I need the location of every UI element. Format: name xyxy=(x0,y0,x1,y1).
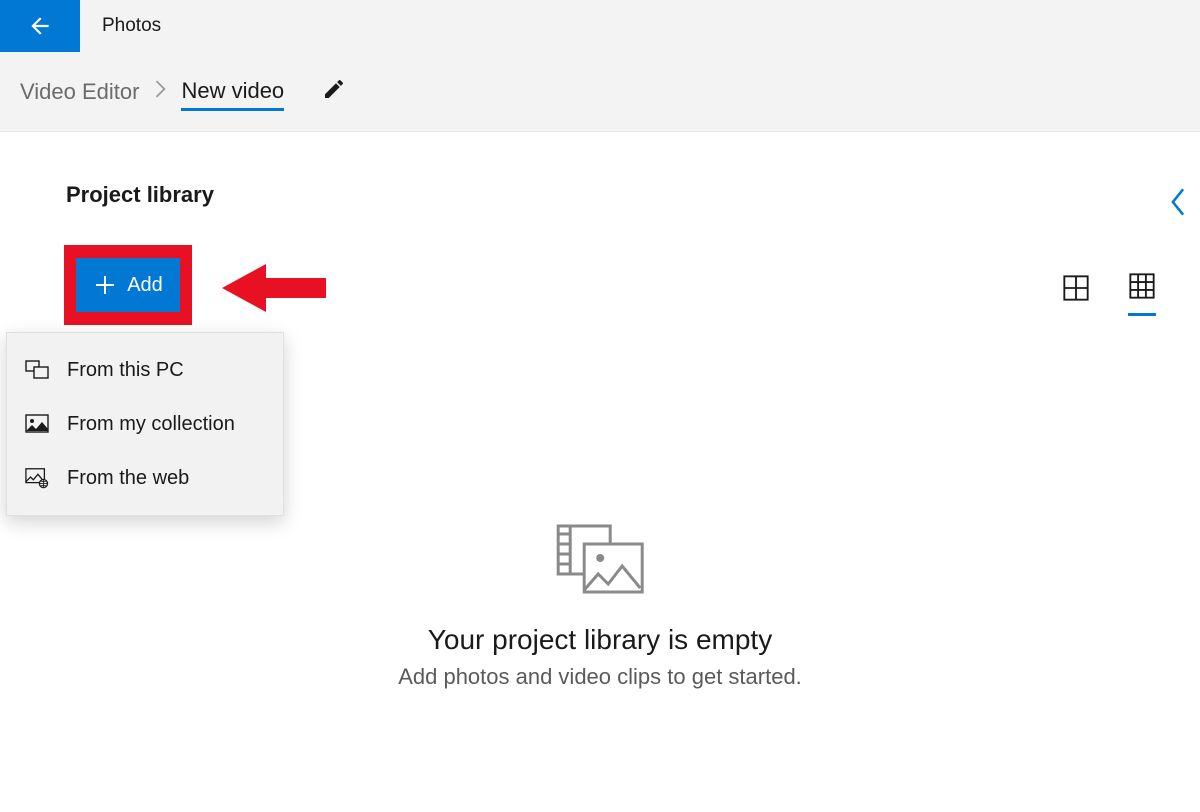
view-controls xyxy=(1062,272,1156,316)
content-area: Project library xyxy=(0,132,1200,208)
menu-item-from-my-collection[interactable]: From my collection xyxy=(7,397,283,451)
breadcrumb-current[interactable]: New video xyxy=(181,78,284,111)
menu-item-label: From the web xyxy=(67,467,189,490)
add-dropdown-menu: From this PC From my collection From the… xyxy=(6,332,284,516)
menu-item-from-the-web[interactable]: From the web xyxy=(7,451,283,505)
menu-item-from-this-pc[interactable]: From this PC xyxy=(7,343,283,397)
pc-icon xyxy=(25,358,49,382)
chevron-right-icon xyxy=(155,80,167,103)
plus-icon xyxy=(93,273,117,297)
collapse-chevron-icon[interactable] xyxy=(1170,188,1186,221)
add-button[interactable]: Add xyxy=(64,245,192,325)
empty-state: Your project library is empty Add photos… xyxy=(398,520,802,690)
empty-state-title: Your project library is empty xyxy=(428,624,772,656)
edit-icon[interactable] xyxy=(322,77,346,106)
grid-large-button[interactable] xyxy=(1062,274,1090,315)
empty-state-subtitle: Add photos and video clips to get starte… xyxy=(398,664,802,690)
app-title: Photos xyxy=(102,15,161,37)
section-title: Project library xyxy=(66,182,1200,208)
back-arrow-icon xyxy=(27,13,53,39)
empty-library-icon xyxy=(552,520,648,598)
grid-small-icon xyxy=(1128,272,1156,300)
title-bar: Photos xyxy=(0,0,1200,52)
breadcrumb: Video Editor New video xyxy=(0,52,1200,132)
image-icon xyxy=(25,412,49,436)
add-button-inner: Add xyxy=(76,258,180,312)
menu-item-label: From this PC xyxy=(67,359,184,382)
annotation-arrow-icon xyxy=(222,260,326,316)
breadcrumb-previous[interactable]: Video Editor xyxy=(18,75,141,109)
back-button[interactable] xyxy=(0,0,80,52)
menu-item-label: From my collection xyxy=(67,413,235,436)
add-button-label: Add xyxy=(127,274,163,297)
grid-large-icon xyxy=(1062,274,1090,302)
web-image-icon xyxy=(25,466,49,490)
grid-small-button[interactable] xyxy=(1128,272,1156,316)
